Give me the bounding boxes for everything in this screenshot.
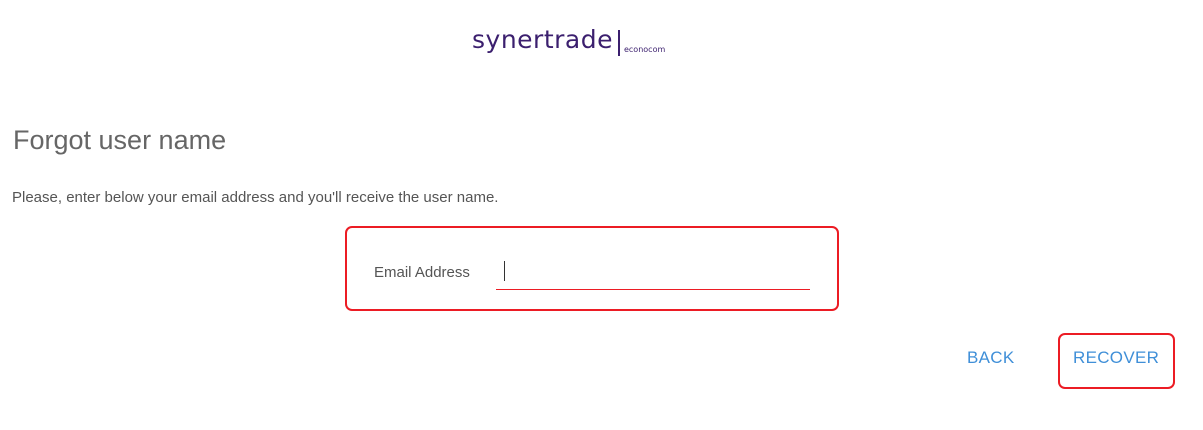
forgot-username-page: synertrade econocom Forgot user name Ple… xyxy=(0,0,1203,430)
text-caret xyxy=(504,261,505,281)
page-title: Forgot user name xyxy=(13,125,227,155)
email-label: Email Address xyxy=(374,264,470,281)
logo-divider xyxy=(617,30,620,56)
back-button[interactable]: BACK xyxy=(967,348,1015,368)
logo-sub-text: econocom xyxy=(623,45,666,54)
recover-button[interactable]: RECOVER xyxy=(1073,348,1159,368)
email-input[interactable] xyxy=(496,258,810,290)
instructions-text: Please, enter below your email address a… xyxy=(12,189,499,206)
brand-logo: synertrade econocom xyxy=(472,12,666,56)
logo-main-text: synertrade xyxy=(472,25,613,54)
